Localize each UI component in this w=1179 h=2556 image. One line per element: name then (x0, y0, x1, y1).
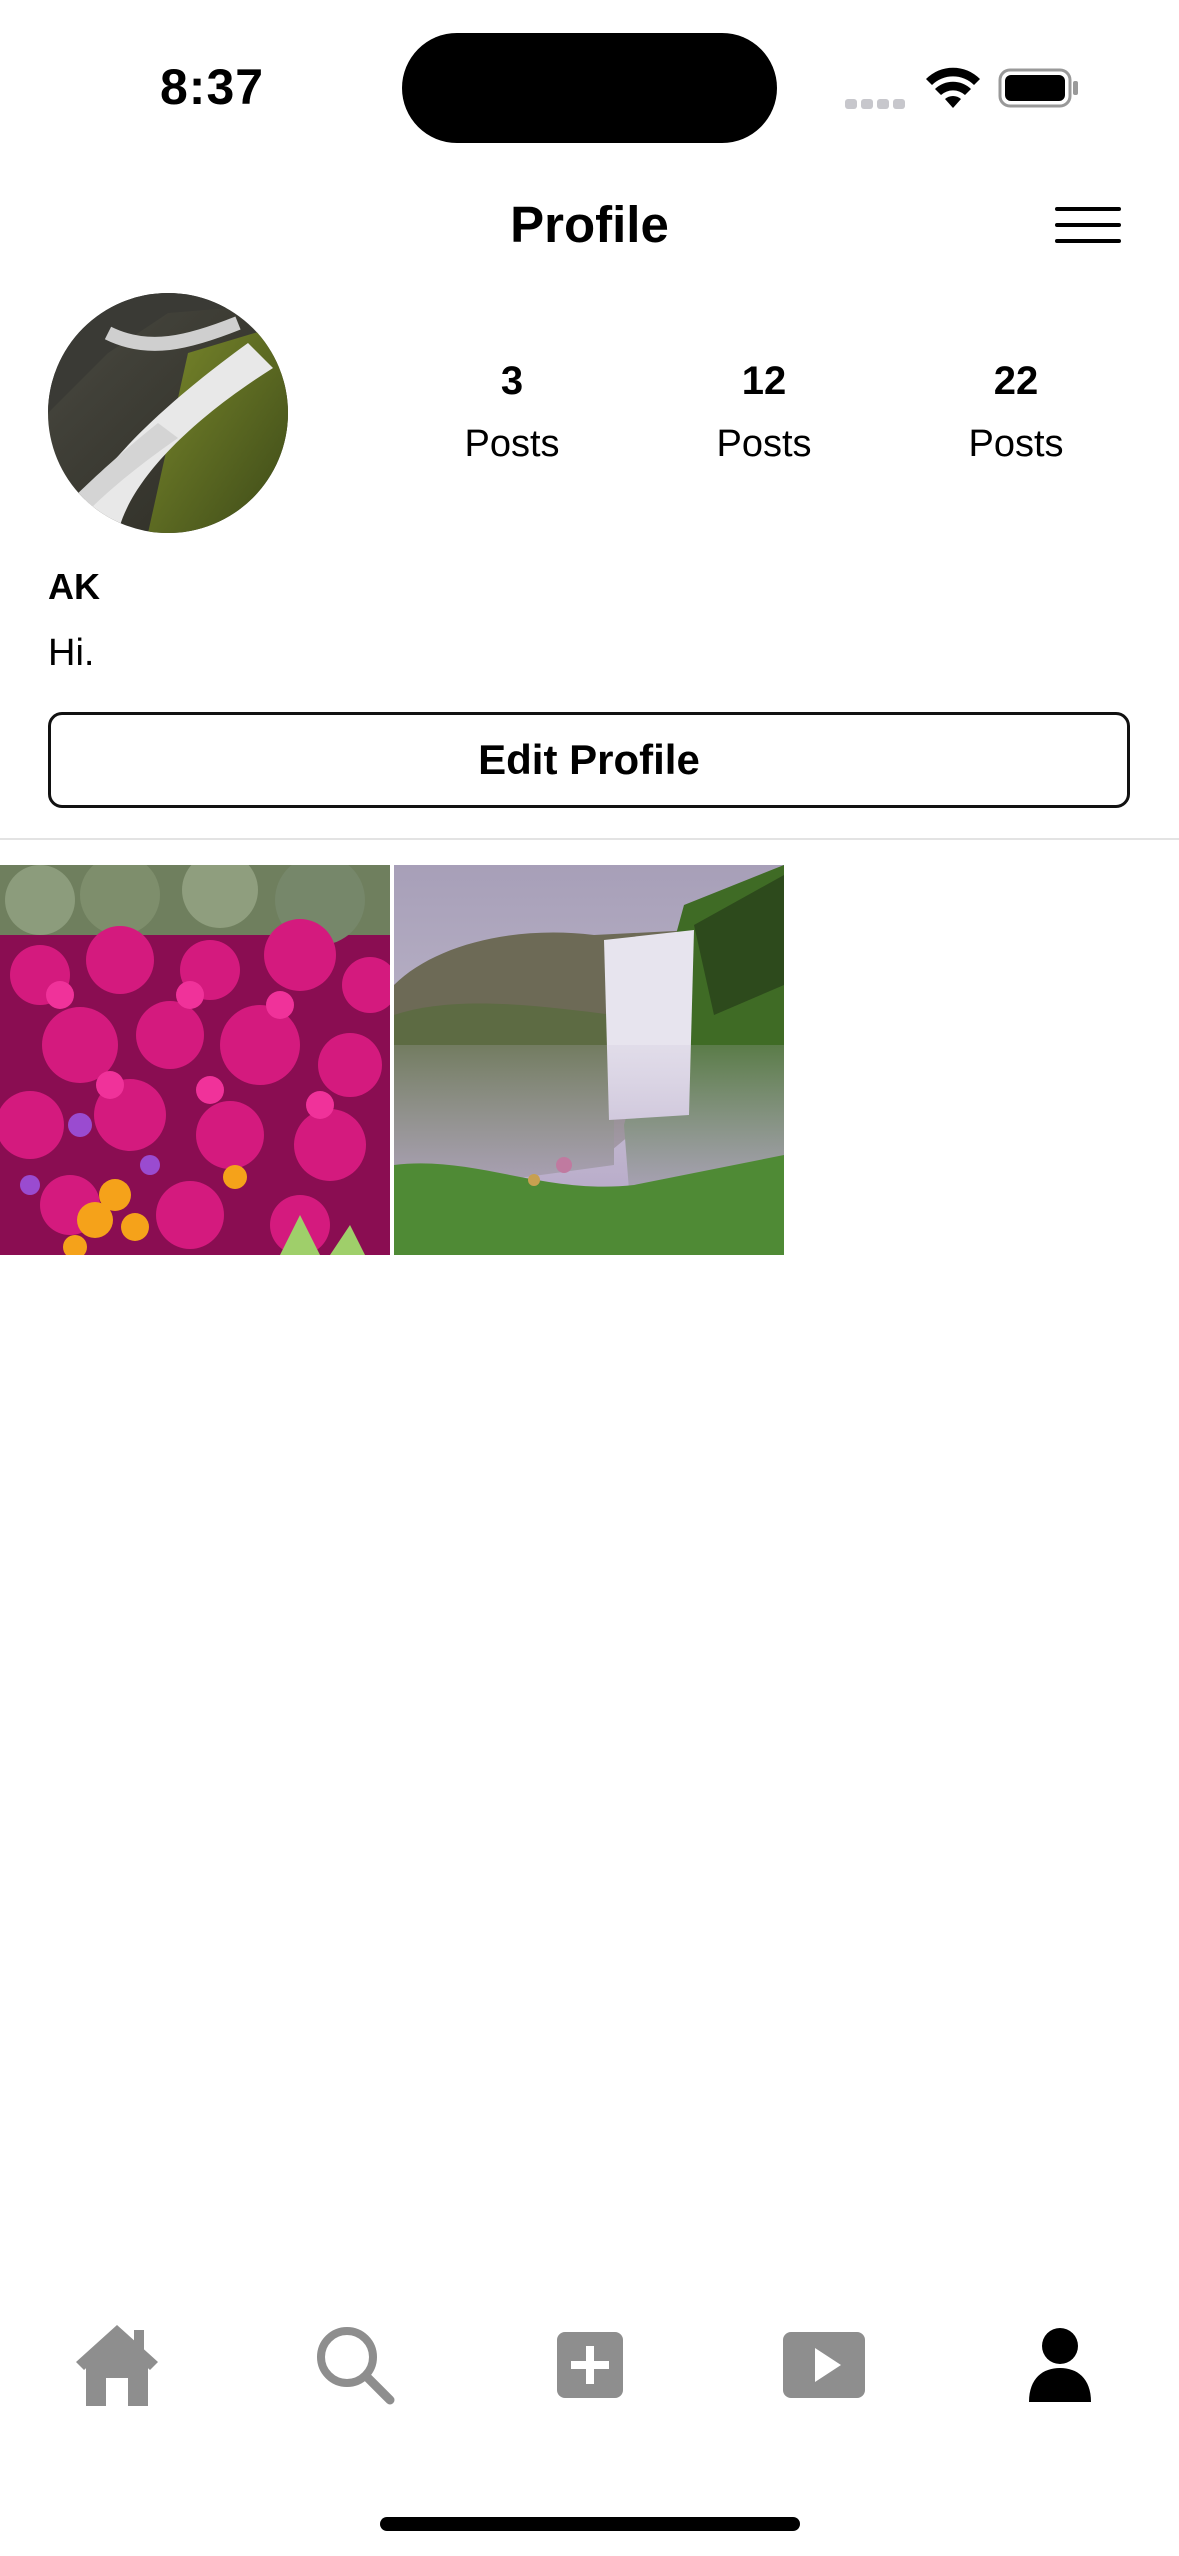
wifi-icon (926, 67, 980, 108)
home-indicator (380, 2517, 800, 2531)
edit-profile-button[interactable]: Edit Profile (48, 712, 1130, 808)
reels-icon (783, 2332, 865, 2398)
stat-label: Posts (716, 423, 812, 465)
waterfall-photo-icon (394, 865, 784, 1255)
status-time: 8:37 (160, 59, 265, 115)
cellular-signal-icon (845, 96, 909, 114)
stat-label: Posts (464, 423, 560, 465)
tab-add-post[interactable] (545, 2320, 635, 2410)
stat-posts[interactable]: 3 Posts (402, 355, 622, 469)
stat-count: 22 (993, 359, 1039, 403)
bio: Hi. (48, 632, 95, 674)
username: AK (48, 566, 100, 607)
flower-field-photo-icon (0, 865, 390, 1255)
search-icon (317, 2327, 395, 2405)
avatar[interactable] (48, 293, 288, 533)
stat-label: Posts (968, 423, 1064, 465)
hamburger-menu-icon[interactable] (1055, 207, 1121, 243)
stat-count: 3 (500, 359, 524, 403)
profile-icon (1029, 2328, 1091, 2402)
dynamic-island (402, 33, 777, 143)
post-thumbnail-waterfall[interactable] (394, 865, 784, 1255)
tab-profile[interactable] (1015, 2320, 1105, 2410)
stat-count: 12 (741, 359, 787, 403)
page-title: Profile (510, 196, 669, 253)
tab-search[interactable] (310, 2320, 400, 2410)
post-thumbnail-flowers[interactable] (0, 865, 390, 1255)
tab-home[interactable] (72, 2320, 162, 2410)
battery-icon (998, 68, 1078, 108)
stat-following[interactable]: 22 Posts (906, 355, 1126, 469)
divider (0, 838, 1179, 840)
add-post-icon (557, 2332, 623, 2398)
stat-followers[interactable]: 12 Posts (654, 355, 874, 469)
tab-reels[interactable] (779, 2320, 869, 2410)
home-icon (76, 2325, 158, 2406)
